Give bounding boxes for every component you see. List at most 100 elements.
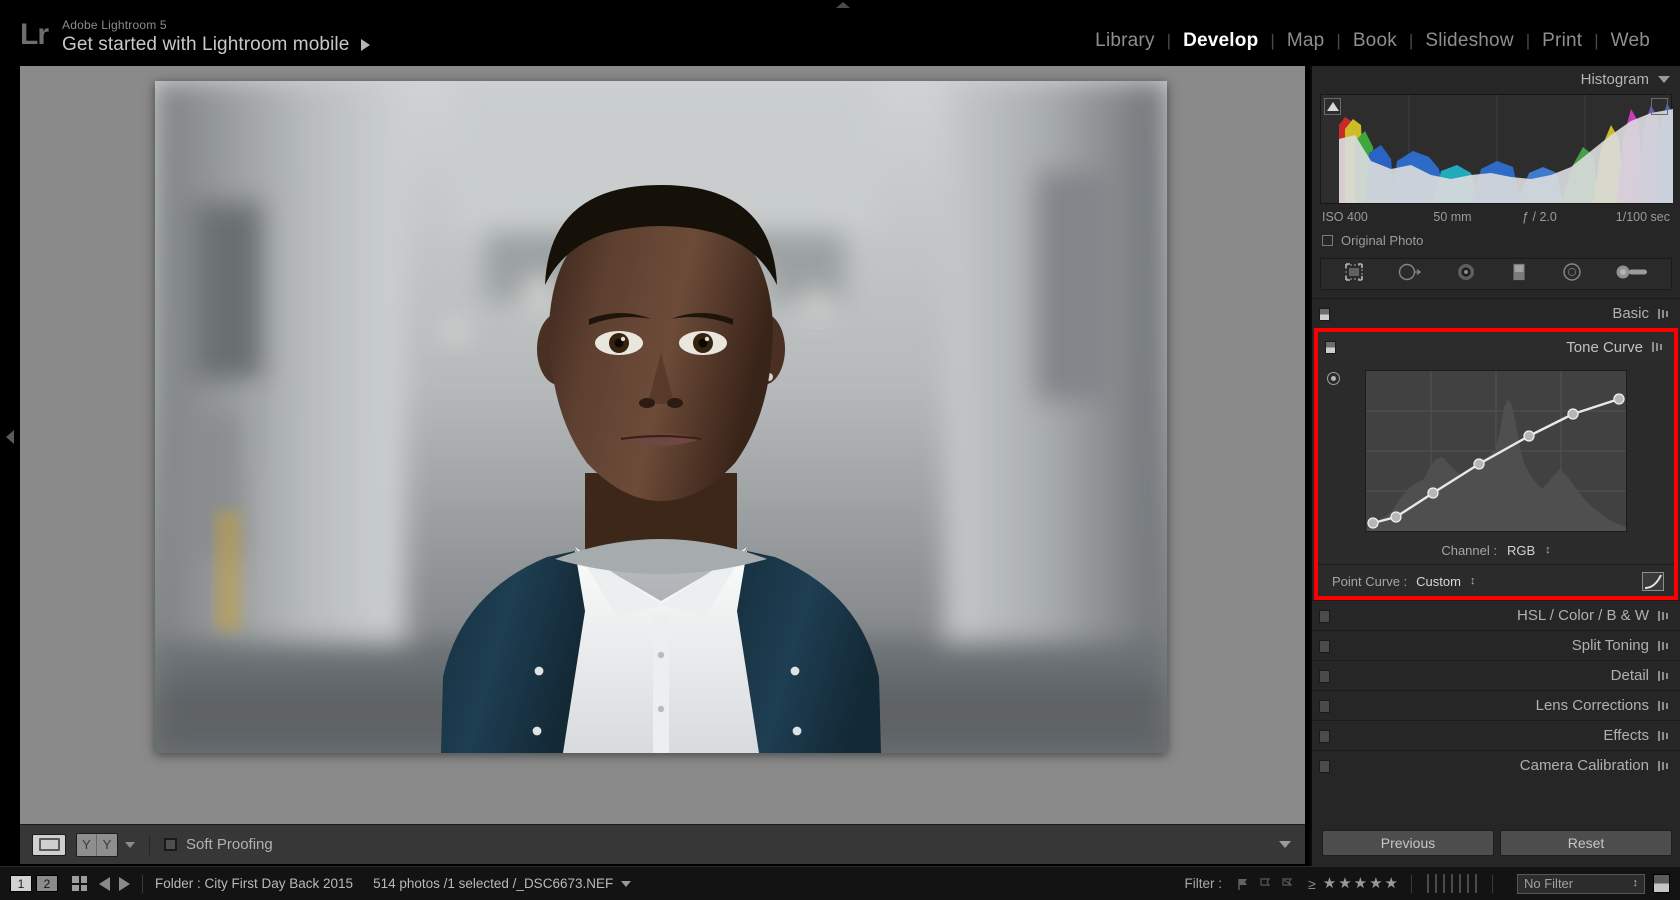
panel-label-hsl: HSL / Color / B & W: [1517, 607, 1649, 624]
module-develop[interactable]: Develop: [1171, 30, 1270, 52]
exif-shutter-speed: 1/100 sec: [1615, 210, 1670, 224]
before-after-view-group[interactable]: Y Y: [76, 832, 118, 857]
panel-header-effects[interactable]: Effects: [1312, 720, 1680, 750]
color-label-swatch[interactable]: [1443, 873, 1445, 893]
panel-fan-icon[interactable]: [1658, 670, 1670, 681]
targeted-adjustment-tool-icon[interactable]: [1327, 372, 1340, 385]
module-slideshow[interactable]: Slideshow: [1413, 30, 1525, 52]
filter-divider-2: [1492, 874, 1493, 893]
color-label-swatch[interactable]: [1475, 873, 1477, 893]
histogram-header[interactable]: Histogram: [1312, 66, 1680, 92]
color-label-swatch[interactable]: [1435, 873, 1437, 893]
panel-switch-camera-calibration[interactable]: [1319, 760, 1330, 773]
panel-header-split-toning[interactable]: Split Toning: [1312, 630, 1680, 660]
tone-curve-plot: [1366, 371, 1626, 531]
channel-selector-row[interactable]: Channel : RGB ↕: [1318, 543, 1674, 558]
filename-dropdown-caret-icon[interactable]: [621, 880, 632, 887]
panel-switch-detail[interactable]: [1319, 670, 1330, 683]
panel-switch-tone-curve[interactable]: [1325, 341, 1336, 354]
color-label-swatch[interactable]: [1467, 873, 1469, 893]
filter-preset-stepper-icon[interactable]: ↕: [1633, 878, 1639, 889]
panel-switch-split-toning[interactable]: [1319, 640, 1330, 653]
histogram-graph[interactable]: [1320, 94, 1673, 204]
tagline-banner[interactable]: Get started with Lightroom mobile: [62, 34, 371, 56]
panel-header-lens-corrections[interactable]: Lens Corrections: [1312, 690, 1680, 720]
tone-curve-graph[interactable]: [1365, 370, 1627, 532]
panel-switch-hsl[interactable]: [1319, 610, 1330, 623]
channel-stepper-icon[interactable]: ↕: [1545, 545, 1551, 556]
play-arrow-icon[interactable]: [361, 39, 371, 51]
color-label-swatch[interactable]: [1451, 873, 1453, 893]
spot-removal-tool[interactable]: [1397, 262, 1423, 287]
before-after-icon-right[interactable]: Y: [97, 833, 117, 856]
radial-filter-tool[interactable]: [1561, 262, 1583, 287]
panel-header-basic[interactable]: Basic: [1312, 298, 1680, 328]
point-curve-row[interactable]: Point Curve : Custom ↕: [1318, 564, 1674, 596]
star-rating-filter[interactable]: ★ ★ ★ ★ ★: [1322, 874, 1399, 893]
crop-overlay-tool[interactable]: [1343, 262, 1365, 287]
flag-rejected-icon[interactable]: [1280, 877, 1294, 891]
image-canvas[interactable]: [20, 66, 1305, 824]
original-photo-checkbox[interactable]: [1322, 235, 1333, 246]
previous-button[interactable]: Previous: [1322, 830, 1494, 856]
rating-operator[interactable]: ≥: [1308, 876, 1316, 892]
lightroom-logo: Lr: [20, 18, 49, 51]
module-map[interactable]: Map: [1275, 30, 1337, 52]
filmstrip-index-secondary[interactable]: 2: [36, 875, 58, 892]
original-photo-toggle[interactable]: Original Photo: [1322, 233, 1670, 248]
color-label-swatch[interactable]: [1427, 873, 1429, 893]
panel-fan-icon[interactable]: [1658, 760, 1670, 771]
channel-value[interactable]: RGB: [1507, 543, 1535, 558]
flag-unflagged-icon[interactable]: [1258, 877, 1272, 891]
panel-fan-icon[interactable]: [1658, 640, 1670, 651]
adjustment-brush-tool[interactable]: [1615, 262, 1649, 287]
soft-proofing-toggle[interactable]: Soft Proofing: [164, 836, 273, 853]
panel-label-detail: Detail: [1610, 667, 1649, 684]
panel-fan-icon[interactable]: [1658, 730, 1670, 741]
panel-header-hsl[interactable]: HSL / Color / B & W: [1312, 600, 1680, 630]
module-book[interactable]: Book: [1341, 30, 1409, 52]
panel-collapse-caret-top[interactable]: [836, 2, 850, 8]
panel-header-detail[interactable]: Detail: [1312, 660, 1680, 690]
panel-fan-icon[interactable]: [1658, 700, 1670, 711]
point-curve-stepper-icon[interactable]: ↕: [1470, 576, 1476, 587]
flag-pick-icon[interactable]: [1236, 877, 1250, 891]
toolbar-collapse-caret-icon[interactable]: [1279, 841, 1291, 848]
top-bar: Lr Adobe Lightroom 5 Get started with Li…: [0, 0, 1680, 66]
navigate-forward-arrow-icon[interactable]: [119, 876, 130, 891]
edit-point-curve-icon[interactable]: [1642, 572, 1664, 591]
filmstrip-index-primary[interactable]: 1: [10, 875, 32, 892]
loupe-view-button[interactable]: [32, 833, 66, 856]
red-eye-correction-tool[interactable]: [1455, 262, 1477, 287]
soft-proofing-checkbox[interactable]: [164, 838, 177, 851]
before-after-icon-left[interactable]: Y: [77, 833, 97, 856]
panel-fan-icon[interactable]: [1658, 610, 1670, 621]
chevron-down-icon[interactable]: [1658, 75, 1670, 83]
left-panel-expand-arrow[interactable]: [6, 430, 14, 444]
source-folder-label[interactable]: Folder : City First Day Back 2015: [155, 876, 353, 891]
right-panel: Histogram ISO 400 50 mm ƒ / 2.0 1/100 se…: [1310, 66, 1680, 866]
module-library[interactable]: Library: [1083, 30, 1166, 52]
module-web[interactable]: Web: [1599, 30, 1662, 52]
reset-button[interactable]: Reset: [1500, 830, 1672, 856]
grid-view-icon[interactable]: [72, 876, 87, 891]
shadow-clipping-indicator[interactable]: [1324, 98, 1341, 115]
highlight-clipping-indicator[interactable]: [1651, 98, 1668, 115]
panel-switch-basic[interactable]: [1319, 308, 1330, 321]
panel-header-camera-calibration[interactable]: Camera Calibration: [1312, 750, 1680, 780]
panel-switch-lens-corrections[interactable]: [1319, 700, 1330, 713]
panel-fan-icon[interactable]: [1652, 342, 1664, 352]
filter-preset-dropdown[interactable]: No Filter ↕: [1517, 873, 1645, 894]
navigate-back-arrow-icon[interactable]: [99, 876, 110, 891]
view-options-caret-icon[interactable]: [125, 841, 135, 848]
point-curve-value[interactable]: Custom: [1416, 574, 1461, 589]
color-label-swatch[interactable]: [1459, 873, 1461, 893]
photo-preview[interactable]: [155, 81, 1167, 753]
module-print[interactable]: Print: [1530, 30, 1594, 52]
panel-fan-icon[interactable]: [1658, 308, 1670, 319]
graduated-filter-tool[interactable]: [1509, 262, 1529, 287]
filmstrip-toggle-icon[interactable]: [1653, 874, 1670, 893]
app-identity: Adobe Lightroom 5 Get started with Light…: [62, 18, 371, 56]
panel-switch-effects[interactable]: [1319, 730, 1330, 743]
panel-header-tone-curve[interactable]: Tone Curve: [1318, 332, 1674, 362]
